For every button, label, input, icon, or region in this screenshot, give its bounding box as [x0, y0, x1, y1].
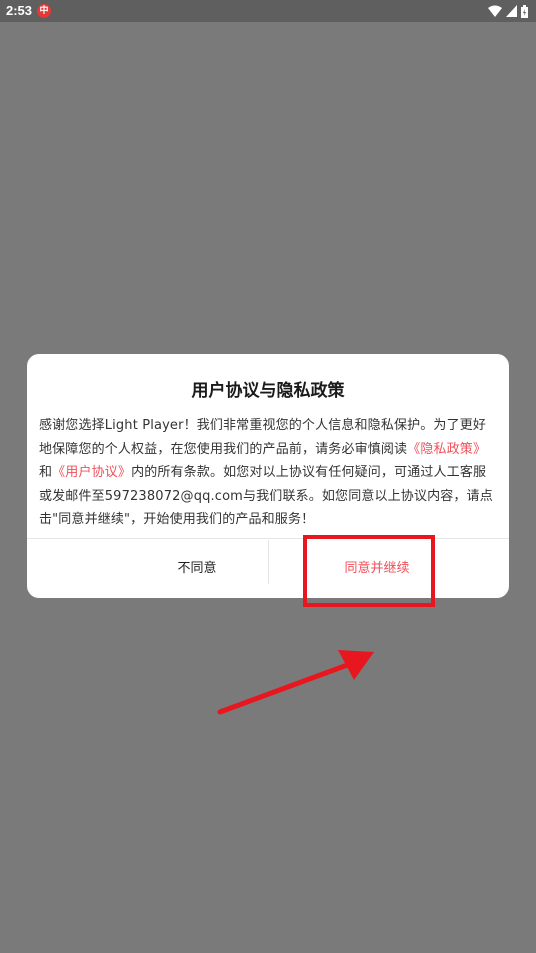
notification-app-icon: 中: [37, 4, 51, 18]
status-time: 2:53: [6, 3, 33, 18]
dialog-body: 感谢您选择Light Player！我们非常重视您的个人信息和隐私保护。为了更好…: [39, 414, 497, 532]
battery-icon: [521, 4, 528, 18]
privacy-policy-link[interactable]: 《隐私政策》: [407, 442, 486, 457]
annotation-arrow-icon: [217, 650, 374, 715]
body-and-text: 和: [39, 465, 53, 480]
cell-signal-icon: [506, 5, 517, 17]
privacy-dialog: 用户协议与隐私政策 感谢您选择Light Player！我们非常重视您的个人信息…: [27, 354, 509, 598]
dialog-title: 用户协议与隐私政策: [191, 381, 345, 401]
wifi-icon: [488, 5, 502, 17]
agree-continue-button[interactable]: 同意并继续: [269, 539, 485, 598]
status-bar: 2:53 中: [0, 0, 536, 22]
user-agreement-link[interactable]: 《用户协议》: [52, 465, 131, 480]
status-icons: [488, 4, 528, 18]
